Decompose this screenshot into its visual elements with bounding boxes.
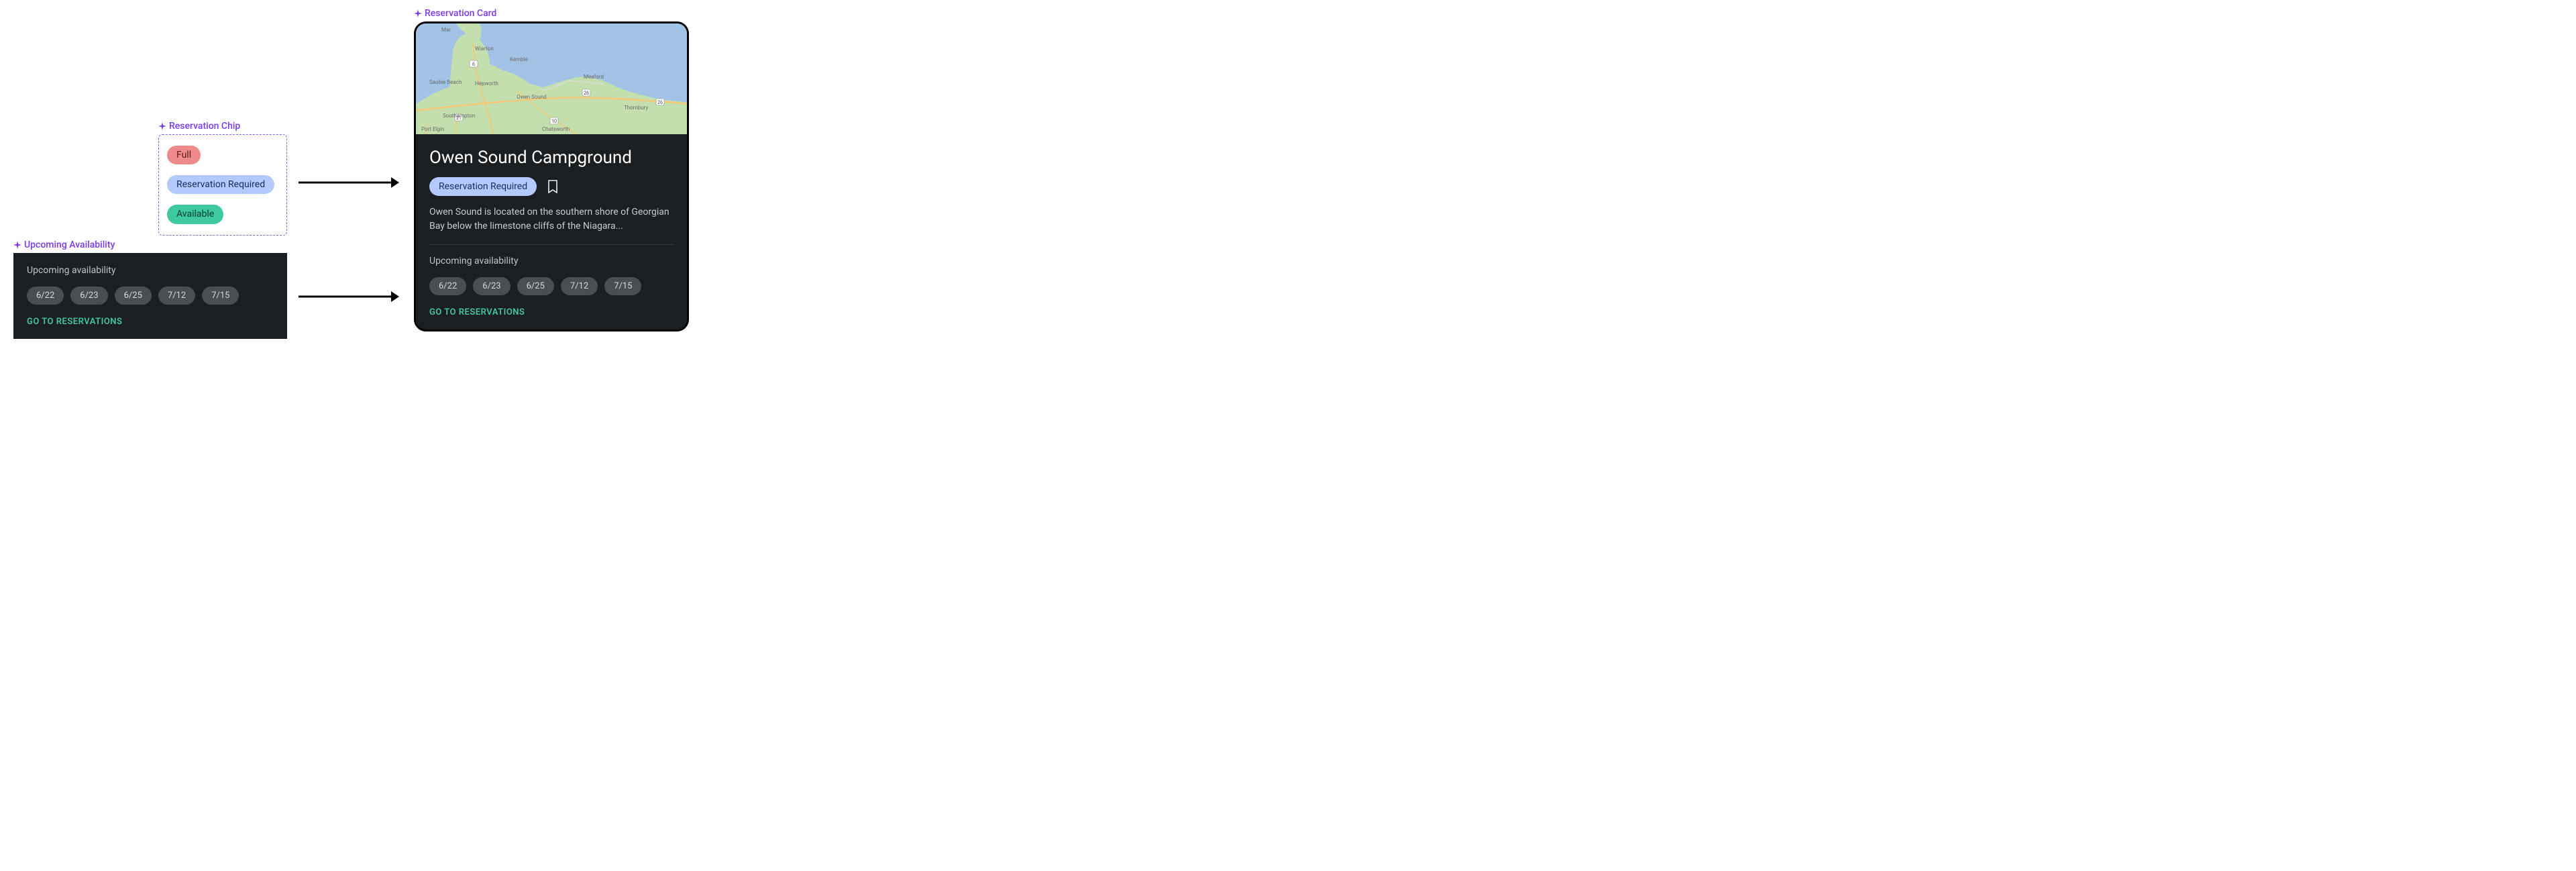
status-chip[interactable]: Reservation Required <box>429 177 537 196</box>
svg-text:Port Elgin: Port Elgin <box>421 126 444 132</box>
svg-text:Thornbury: Thornbury <box>624 105 649 111</box>
arrow-icon <box>299 174 399 191</box>
chip-reservation-required[interactable]: Reservation Required <box>167 175 274 194</box>
svg-text:Kemble: Kemble <box>510 56 528 62</box>
chip-row: Reservation Required <box>429 177 674 196</box>
upcoming-box: Upcoming availability 6/22 6/23 6/25 7/1… <box>13 253 287 339</box>
svg-text:Southampton: Southampton <box>443 113 475 119</box>
card-description: Owen Sound is located on the southern sh… <box>429 205 674 234</box>
go-to-reservations-link[interactable]: GO TO RESERVATIONS <box>27 317 274 327</box>
svg-text:Owen Sound: Owen Sound <box>517 94 547 100</box>
chip-available[interactable]: Available <box>167 205 223 223</box>
date-chip[interactable]: 6/22 <box>429 277 466 295</box>
component-label-text: Reservation Chip <box>169 121 240 132</box>
component-label-upcoming: Upcoming Availability <box>13 240 287 250</box>
date-chip[interactable]: 6/25 <box>517 277 554 295</box>
svg-text:Chatsworth: Chatsworth <box>542 126 570 132</box>
svg-text:Meaford: Meaford <box>584 74 604 80</box>
date-row: 6/22 6/23 6/25 7/12 7/15 <box>27 287 274 305</box>
sparkle-icon <box>414 9 422 17</box>
arrow-icon <box>299 289 399 305</box>
svg-text:Sauble Beach: Sauble Beach <box>429 79 462 85</box>
svg-text:Wiarton: Wiarton <box>475 46 494 52</box>
card-title: Owen Sound Campground <box>429 148 674 168</box>
component-label-reservation-chip: Reservation Chip <box>158 121 287 132</box>
sparkle-icon <box>158 122 166 130</box>
upcoming-availability-panel: Upcoming Availability Upcoming availabil… <box>13 240 287 339</box>
sparkle-icon <box>13 241 21 249</box>
svg-text:Hepworth: Hepworth <box>475 81 498 87</box>
map-area[interactable]: 6 21 10 26 26 Mar <box>416 23 687 134</box>
card-upcoming-title: Upcoming availability <box>429 256 674 266</box>
date-chip[interactable]: 6/23 <box>70 287 107 305</box>
svg-text:26: 26 <box>584 91 589 96</box>
chip-box: Full Reservation Required Available <box>158 134 287 236</box>
chip-full[interactable]: Full <box>167 146 201 164</box>
date-chip[interactable]: 6/22 <box>27 287 64 305</box>
divider <box>429 244 674 245</box>
bookmark-icon[interactable] <box>547 180 558 193</box>
svg-text:26: 26 <box>657 100 663 105</box>
reservation-chip-panel: Reservation Chip Full Reservation Requir… <box>158 121 287 236</box>
card-body: Owen Sound Campground Reservation Requir… <box>416 134 687 329</box>
date-chip[interactable]: 7/15 <box>202 287 239 305</box>
go-to-reservations-link[interactable]: GO TO RESERVATIONS <box>429 307 674 317</box>
component-label-reservation-card: Reservation Card <box>414 8 689 19</box>
svg-text:Mar: Mar <box>441 27 451 33</box>
date-chip[interactable]: 7/12 <box>158 287 195 305</box>
date-chip[interactable]: 6/23 <box>473 277 510 295</box>
component-label-text: Reservation Card <box>425 8 496 19</box>
svg-text:6: 6 <box>472 62 475 67</box>
reservation-card-wrap: Reservation Card 6 <box>414 8 689 331</box>
date-chip[interactable]: 7/15 <box>604 277 641 295</box>
card-date-row: 6/22 6/23 6/25 7/12 7/15 <box>429 277 674 295</box>
svg-text:10: 10 <box>551 119 557 124</box>
date-chip[interactable]: 6/25 <box>115 287 152 305</box>
component-label-text: Upcoming Availability <box>24 240 115 250</box>
reservation-card: 6 21 10 26 26 Mar <box>414 21 689 331</box>
date-chip[interactable]: 7/12 <box>561 277 598 295</box>
upcoming-title: Upcoming availability <box>27 265 274 276</box>
